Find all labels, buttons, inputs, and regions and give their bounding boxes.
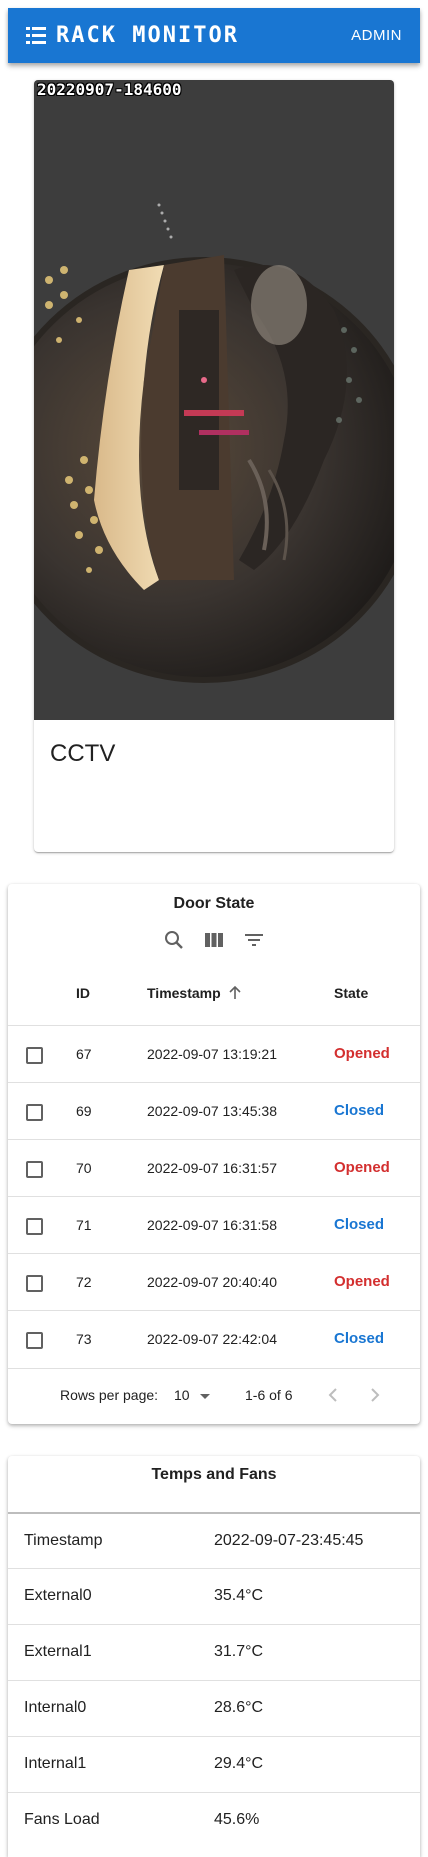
cell-state: Closed: [334, 1216, 385, 1233]
temps-row: External1 31.7°C: [8, 1624, 420, 1680]
temps-row: Internal0 28.6°C: [8, 1680, 420, 1736]
temps-row: Internal1 29.4°C: [8, 1736, 420, 1792]
cell-state: Closed: [334, 1330, 385, 1347]
chevron-left-icon[interactable]: [322, 1383, 346, 1407]
cell-timestamp: 2022-09-07 16:31:57: [147, 1160, 277, 1176]
temps-row-value: 35.4°C: [214, 1587, 264, 1604]
cell-timestamp: 2022-09-07 13:19:21: [147, 1046, 277, 1062]
cell-state: Opened: [334, 1159, 390, 1176]
cell-id: 73: [76, 1331, 92, 1347]
cctv-timestamp-overlay: 20220907-184600: [37, 80, 182, 99]
table-row[interactable]: 69 2022-09-07 13:45:38 Closed: [8, 1082, 420, 1139]
filter-icon[interactable]: [242, 928, 266, 952]
cell-timestamp: 2022-09-07 16:31:58: [147, 1217, 277, 1233]
temps-row-value: 29.4°C: [214, 1755, 264, 1772]
cell-timestamp: 2022-09-07 13:45:38: [147, 1103, 277, 1119]
cell-timestamp: 2022-09-07 22:42:04: [147, 1331, 277, 1347]
row-checkbox[interactable]: [26, 1104, 43, 1121]
rows-per-page-value: 10: [174, 1387, 190, 1403]
door-state-title: Door State: [173, 895, 255, 912]
chevron-right-icon[interactable]: [362, 1383, 386, 1407]
cctv-camera-image: [34, 80, 394, 720]
view-columns-icon[interactable]: [202, 928, 226, 952]
cell-id: 69: [76, 1103, 92, 1119]
temps-row-label: External0: [24, 1587, 92, 1604]
cell-id: 67: [76, 1046, 92, 1062]
temps-row-label: External1: [24, 1643, 92, 1660]
column-header-state[interactable]: State: [334, 985, 368, 1001]
table-row[interactable]: 71 2022-09-07 16:31:58 Closed: [8, 1196, 420, 1253]
cell-id: 70: [76, 1160, 92, 1176]
cctv-title: CCTV: [50, 740, 116, 767]
cell-id: 71: [76, 1217, 92, 1233]
sort-ascending-icon[interactable]: [226, 984, 244, 1002]
cell-state: Opened: [334, 1273, 390, 1290]
temps-row: Timestamp 2022-09-07-23:45:45: [8, 1512, 420, 1568]
table-pagination: Rows per page: 10 1-6 of 6: [8, 1368, 420, 1424]
pagination-range: 1-6 of 6: [245, 1387, 293, 1403]
row-checkbox[interactable]: [26, 1218, 43, 1235]
temps-row-value: 31.7°C: [214, 1643, 264, 1660]
temps-fans-title: Temps and Fans: [151, 1466, 277, 1483]
cell-id: 72: [76, 1274, 92, 1290]
temps-row-value: 28.6°C: [214, 1699, 264, 1716]
table-row[interactable]: 73 2022-09-07 22:42:04 Closed: [8, 1310, 420, 1367]
cell-state: Opened: [334, 1045, 390, 1062]
cell-state: Closed: [334, 1102, 385, 1119]
temps-fans-card: Temps and Fans Timestamp 2022-09-07-23:45…: [8, 1456, 420, 1857]
app-bar: RACK MONITOR ADMIN: [8, 8, 420, 63]
admin-button[interactable]: ADMIN: [345, 22, 408, 50]
temps-row: External0 35.4°C: [8, 1568, 420, 1624]
search-icon[interactable]: [162, 928, 186, 952]
temps-row-label: Timestamp: [24, 1532, 103, 1549]
caret-down-icon: [200, 1394, 210, 1399]
table-row[interactable]: 70 2022-09-07 16:31:57 Opened: [8, 1139, 420, 1196]
table-row[interactable]: 67 2022-09-07 13:19:21 Opened: [8, 1025, 420, 1082]
temps-row-label: Internal1: [24, 1755, 87, 1772]
row-checkbox[interactable]: [26, 1047, 43, 1064]
door-state-card: Door State ID Timestamp State 67 2022-09-…: [8, 884, 420, 1424]
temps-row-value: 45.6%: [214, 1811, 260, 1828]
temps-row-value: 2022-09-07-23:45:45: [214, 1532, 364, 1549]
column-header-id[interactable]: ID: [76, 985, 90, 1001]
rows-per-page-select[interactable]: 10: [172, 1383, 214, 1409]
menu-list-icon[interactable]: [26, 27, 46, 44]
app-title: RACK MONITOR: [56, 23, 239, 48]
cctv-card: 20220907-184600 CCTV: [34, 80, 394, 852]
temps-row-label: Internal0: [24, 1699, 87, 1716]
rows-per-page-label: Rows per page:: [60, 1387, 159, 1403]
cell-timestamp: 2022-09-07 20:40:40: [147, 1274, 277, 1290]
row-checkbox[interactable]: [26, 1332, 43, 1349]
table-row[interactable]: 72 2022-09-07 20:40:40 Opened: [8, 1253, 420, 1310]
row-checkbox[interactable]: [26, 1161, 43, 1178]
column-header-timestamp[interactable]: Timestamp: [147, 985, 221, 1001]
temps-row-label: Fans Load: [24, 1811, 100, 1828]
temps-row: Fans Load 45.6%: [8, 1792, 420, 1848]
row-checkbox[interactable]: [26, 1275, 43, 1292]
